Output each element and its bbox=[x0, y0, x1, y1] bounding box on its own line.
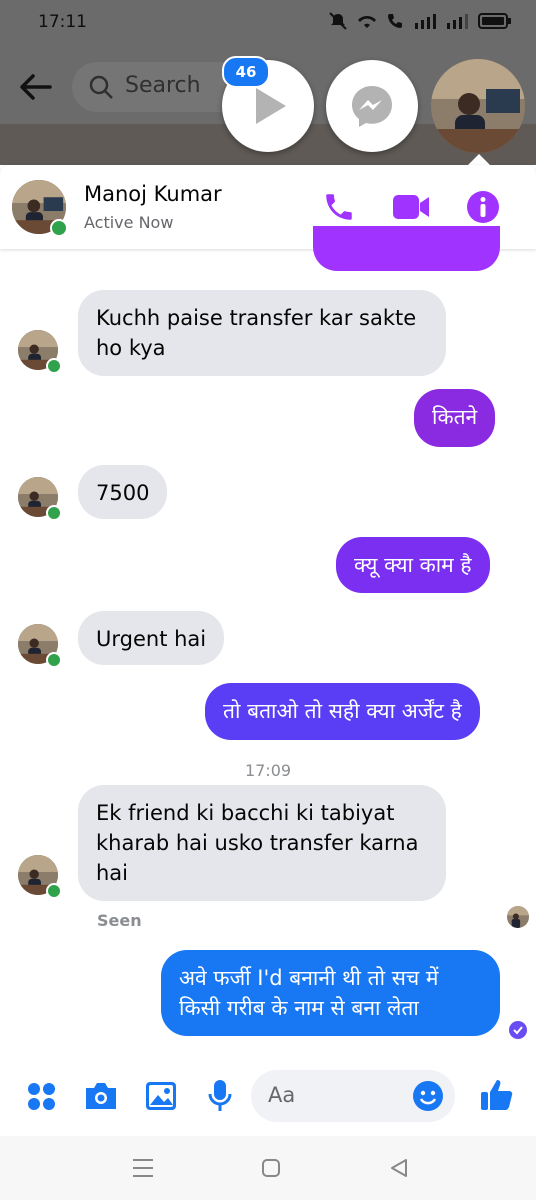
chat-head-avatar[interactable] bbox=[431, 59, 525, 153]
outgoing-message[interactable]: अवे फर्जी I'd बनानी थी तो सच में किसी गर… bbox=[161, 950, 500, 1036]
play-icon bbox=[256, 88, 286, 124]
avatar-photo bbox=[431, 59, 525, 153]
incoming-message[interactable]: Ek friend ki bacchi ki tabiyat kharab ha… bbox=[78, 785, 446, 901]
incoming-message[interactable]: Kuchh paise transfer kar sakte ho kya bbox=[78, 290, 446, 376]
battery-icon bbox=[478, 13, 511, 29]
search-placeholder: Search bbox=[125, 73, 201, 98]
signal-icon-2 bbox=[447, 14, 468, 29]
home-icon[interactable] bbox=[261, 1158, 281, 1178]
phone-icon[interactable] bbox=[322, 190, 356, 224]
wifi-icon bbox=[358, 15, 376, 28]
message-timestamp: 17:09 bbox=[244, 761, 292, 780]
emoji-icon[interactable] bbox=[412, 1080, 444, 1112]
online-indicator bbox=[46, 883, 62, 899]
messenger-icon bbox=[352, 86, 392, 127]
contact-status: Active Now bbox=[84, 213, 174, 232]
incoming-message[interactable]: 7500 bbox=[78, 465, 168, 519]
recents-icon[interactable] bbox=[132, 1158, 154, 1178]
signal-icon-1 bbox=[415, 14, 436, 29]
online-indicator bbox=[46, 505, 62, 521]
read-receipt-avatar bbox=[507, 906, 529, 928]
microphone-icon[interactable] bbox=[207, 1079, 233, 1113]
seen-label: Seen bbox=[97, 911, 142, 930]
gallery-icon[interactable] bbox=[145, 1081, 177, 1111]
thumbs-up-icon[interactable] bbox=[480, 1078, 514, 1112]
message-input-placeholder: Aa bbox=[268, 1083, 296, 1107]
status-icons bbox=[328, 12, 512, 30]
video-camera-icon[interactable] bbox=[392, 192, 430, 222]
chat-head-messenger[interactable] bbox=[326, 60, 418, 152]
outgoing-message-partial bbox=[313, 226, 500, 271]
back-arrow-icon[interactable] bbox=[18, 72, 52, 102]
outgoing-message[interactable]: कितने bbox=[414, 389, 496, 447]
status-bar: 17:11 bbox=[0, 0, 536, 46]
back-icon[interactable] bbox=[389, 1158, 409, 1178]
online-indicator bbox=[50, 219, 68, 237]
outgoing-message[interactable]: क्यू क्या काम है bbox=[336, 537, 490, 593]
menu-dots-icon[interactable] bbox=[27, 1082, 57, 1112]
contact-name[interactable]: Manoj Kumar bbox=[84, 182, 222, 206]
online-indicator bbox=[46, 358, 62, 374]
incoming-message[interactable]: Urgent hai bbox=[78, 611, 225, 665]
search-icon bbox=[89, 75, 113, 99]
outgoing-message[interactable]: तो बताओ तो सही क्या अर्जेंट है bbox=[205, 683, 480, 740]
camera-icon[interactable] bbox=[83, 1081, 119, 1111]
online-indicator bbox=[46, 652, 62, 668]
delivered-check-icon bbox=[509, 1021, 527, 1039]
info-icon[interactable] bbox=[466, 190, 500, 224]
unread-count-badge: 46 bbox=[222, 56, 270, 88]
status-time: 17:11 bbox=[38, 12, 87, 32]
mute-icon bbox=[329, 12, 347, 30]
call-signal-icon bbox=[388, 14, 402, 28]
